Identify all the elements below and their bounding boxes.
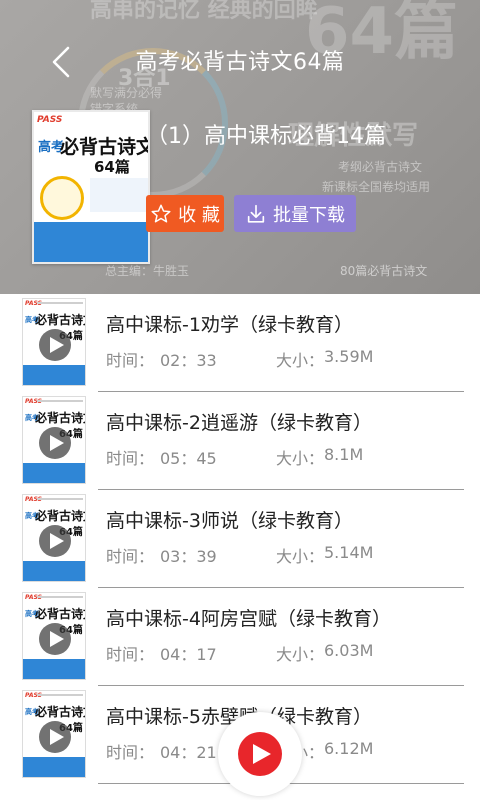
thumb-divider [37,400,83,402]
size-label: 大小： [276,449,325,468]
thumb-divider [37,498,83,500]
thumb-play-button[interactable] [39,623,71,655]
track-thumbnail: PASS 高考 必背古诗文 64篇 [22,298,86,386]
play-icon [49,533,64,549]
cover-badge [40,176,84,220]
duration-value: 02：33 [160,351,217,370]
track-thumbnail: PASS 高考 必背古诗文 64篇 [22,690,86,778]
album-header: 高串的记忆 经典的回眸 64篇 3合1 理解性默写 考纲必背古诗文 新课标全国卷… [0,0,480,294]
duration-label: 时间： [106,645,155,664]
duration-label: 时间： [106,547,155,566]
duration-value: 04：17 [160,645,217,664]
thumb-main-title: 必背古诗文 [35,313,85,327]
play-icon [49,337,64,353]
header-bg-text: 80篇必背古诗文 [340,264,428,278]
batch-download-label: 批量下载 [273,204,345,226]
page-title: 高考必背古诗文64篇 [135,50,345,75]
cover-main-title: 必背古诗文 [60,136,150,158]
duration-label: 时间： [106,743,155,762]
star-icon [151,204,171,223]
play-icon [49,435,64,451]
thumb-play-button[interactable] [39,427,71,459]
duration-value: 03：39 [160,547,217,566]
thumb-blue-band [23,757,85,777]
player-play-circle [238,732,282,776]
size-label: 大小： [276,645,325,664]
thumb-blue-band [23,463,85,483]
cover-brand-logo: PASS [37,115,63,125]
track-row[interactable]: PASS 高考 必背古诗文 64篇 高中课标-1劝学（绿卡教育） 时间： 02：… [0,294,480,392]
track-row[interactable]: PASS 高考 必背古诗文 64篇 高中课标-3师说（绿卡教育） 时间： 03：… [0,490,480,588]
size-value: 6.03M [324,641,374,660]
floating-player-button[interactable] [218,712,302,796]
thumb-play-button[interactable] [39,329,71,361]
size-label: 大小： [276,351,325,370]
thumb-blue-band [23,659,85,679]
size-value: 5.14M [324,543,374,562]
play-icon [49,729,64,745]
thumb-blue-band [23,561,85,581]
play-icon [253,744,271,764]
thumb-divider [37,596,83,598]
size-label: 大小： [276,547,325,566]
duration-value: 04：21 [160,743,217,762]
thumb-main-title: 必背古诗文 [35,509,85,523]
cover-blue-band [34,222,148,262]
track-title: 高中课标-2逍遥游（绿卡教育） [106,412,372,434]
thumb-play-button[interactable] [39,525,71,557]
favorite-button-label: 收 藏 [178,204,220,226]
header-bg-text: 默写满分必得 [90,86,163,100]
play-icon [49,631,64,647]
thumb-blue-band [23,365,85,385]
album-cover: PASS 高考 必背古诗文 64篇 [32,110,150,264]
track-thumbnail: PASS 高考 必背古诗文 64篇 [22,396,86,484]
thumb-divider [37,694,83,696]
track-row[interactable]: PASS 高考 必背古诗文 64篇 高中课标-4阿房宫赋（绿卡教育） 时间： 0… [0,588,480,686]
track-title: 高中课标-1劝学（绿卡教育） [106,314,353,336]
duration-value: 05：45 [160,449,217,468]
track-thumbnail: PASS 高考 必背古诗文 64篇 [22,592,86,680]
track-list: PASS 高考 必背古诗文 64篇 高中课标-1劝学（绿卡教育） 时间： 02：… [0,294,480,784]
track-row[interactable]: PASS 高考 必背古诗文 64篇 高中课标-2逍遥游（绿卡教育） 时间： 05… [0,392,480,490]
track-thumbnail: PASS 高考 必背古诗文 64篇 [22,494,86,582]
favorite-button[interactable]: 收 藏 [146,195,224,232]
track-title: 高中课标-3师说（绿卡教育） [106,510,353,532]
track-title: 高中课标-4阿房宫赋（绿卡教育） [106,608,391,630]
duration-label: 时间： [106,351,155,370]
album-title: （1）高中课标必背14篇 [146,124,386,149]
download-icon [247,204,265,223]
size-value: 8.1M [324,445,364,464]
header-bg-text: 新课标全国卷均适用 [322,180,431,194]
thumb-play-button[interactable] [39,721,71,753]
size-value: 6.12M [324,739,374,758]
header-bg-text: 高串的记忆 经典的回眸 [90,0,318,23]
header-bg-text: 考纲必背古诗文 [338,160,423,174]
thumb-main-title: 必背古诗文 [35,705,85,719]
header-bg-text: 总主编：牛胜玉 [105,264,190,278]
thumb-main-title: 必背古诗文 [35,607,85,621]
cover-side-block [90,178,148,212]
duration-label: 时间： [106,449,155,468]
thumb-main-title: 必背古诗文 [35,411,85,425]
thumb-divider [37,302,83,304]
size-value: 3.59M [324,347,374,366]
batch-download-button[interactable]: 批量下载 [234,195,356,232]
cover-count: 64篇 [94,158,130,176]
